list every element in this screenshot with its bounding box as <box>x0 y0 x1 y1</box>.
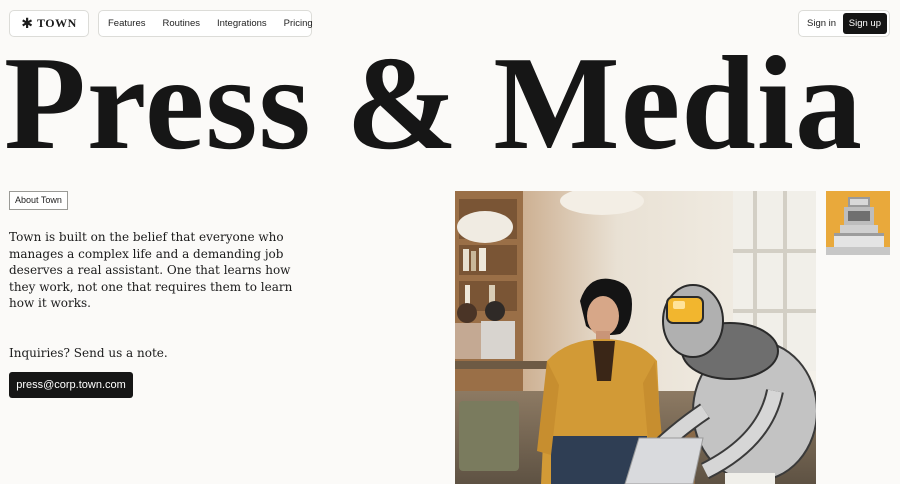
about-tag: About Town <box>9 191 68 210</box>
hero-photo <box>455 191 816 484</box>
nav-integrations[interactable]: Integrations <box>217 18 267 29</box>
nav-routines[interactable]: Routines <box>163 18 201 29</box>
sign-in-link[interactable]: Sign in <box>807 18 836 29</box>
page-title: Press & Media <box>4 29 864 177</box>
nav-features[interactable]: Features <box>108 18 146 29</box>
about-paragraph: Town is built on the belief that everyon… <box>9 230 293 311</box>
inquiry-text: Inquiries? Send us a note. <box>9 346 168 360</box>
robot-thumbnail <box>826 191 890 255</box>
press-email-button[interactable]: press@corp.town.com <box>9 372 133 398</box>
nav-pricing[interactable]: Pricing <box>284 18 313 29</box>
